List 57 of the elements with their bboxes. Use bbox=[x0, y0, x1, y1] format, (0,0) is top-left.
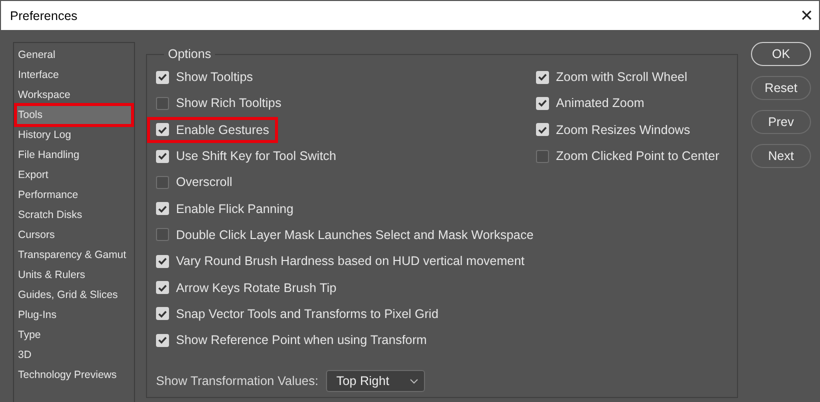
option-label: Show Tooltips bbox=[176, 70, 253, 84]
option-label: Enable Flick Panning bbox=[176, 202, 294, 216]
checkbox[interactable] bbox=[536, 123, 549, 136]
option-label: Vary Round Brush Hardness based on HUD vertical movement bbox=[176, 254, 525, 268]
option-label: Snap Vector Tools and Transforms to Pixel Grid bbox=[176, 306, 438, 321]
option-label: Enable Gestures bbox=[176, 122, 270, 137]
dialog-button[interactable]: Next bbox=[751, 144, 811, 168]
chevron-down-icon bbox=[410, 378, 418, 384]
dialog-button[interactable]: Reset bbox=[751, 76, 811, 100]
option-label: Use Shift Key for Tool Switch bbox=[176, 149, 336, 164]
checkbox[interactable] bbox=[156, 228, 169, 242]
field-label: Show Transformation Values: bbox=[156, 374, 318, 388]
checkbox[interactable] bbox=[536, 96, 549, 110]
checkbox[interactable] bbox=[156, 123, 169, 136]
checkbox[interactable] bbox=[156, 70, 169, 84]
option-label: Double Click Layer Mask Launches Select and Mask Workspace bbox=[176, 228, 534, 242]
category-item[interactable]: Performance bbox=[16, 185, 132, 205]
option-label: Arrow Keys Rotate Brush Tip bbox=[176, 280, 336, 295]
category-item[interactable]: Transparency & Gamut bbox=[16, 245, 132, 265]
dialog-button[interactable]: OK bbox=[751, 42, 811, 66]
checkbox[interactable] bbox=[156, 254, 169, 268]
close-button[interactable]: ✕ bbox=[800, 6, 813, 26]
option-label: Show Rich Tooltips bbox=[176, 96, 282, 110]
category-item[interactable]: History Log bbox=[16, 125, 132, 145]
checkbox[interactable] bbox=[156, 150, 169, 163]
category-item[interactable]: General bbox=[16, 45, 132, 65]
dropdown[interactable]: Top Right bbox=[326, 370, 426, 392]
checkbox[interactable] bbox=[156, 281, 169, 294]
checkbox[interactable] bbox=[156, 176, 169, 189]
window-title: Preferences bbox=[10, 8, 78, 22]
group-title: Options bbox=[167, 47, 212, 61]
category-item[interactable]: Tools bbox=[16, 105, 132, 125]
category-item[interactable]: Type bbox=[16, 325, 132, 345]
option-label: Show Reference Point when using Transform bbox=[176, 333, 427, 348]
checkbox[interactable] bbox=[156, 96, 169, 110]
category-item[interactable]: Export bbox=[16, 165, 132, 185]
checkbox[interactable] bbox=[536, 150, 549, 163]
category-item[interactable]: Units & Rulers bbox=[16, 265, 132, 285]
category-item[interactable]: File Handling bbox=[16, 145, 132, 165]
checkbox[interactable] bbox=[156, 334, 169, 347]
category-item[interactable]: Guides, Grid & Slices bbox=[16, 285, 132, 305]
checkbox[interactable] bbox=[156, 202, 169, 216]
category-item[interactable]: Cursors bbox=[16, 225, 132, 245]
dialog-button[interactable]: Prev bbox=[751, 110, 811, 134]
option-label: Animated Zoom bbox=[556, 96, 644, 110]
category-item[interactable]: 3D bbox=[16, 345, 132, 365]
category-item[interactable]: Scratch Disks bbox=[16, 205, 132, 225]
category-item[interactable]: Interface bbox=[16, 65, 132, 85]
category-item[interactable]: Workspace bbox=[16, 85, 132, 105]
option-label: Zoom Resizes Windows bbox=[556, 122, 690, 137]
option-label: Zoom with Scroll Wheel bbox=[556, 70, 688, 84]
option-label: Zoom Clicked Point to Center bbox=[556, 149, 720, 164]
category-item[interactable]: Technology Previews bbox=[16, 365, 132, 385]
checkbox[interactable] bbox=[156, 307, 169, 320]
category-item[interactable]: Plug-Ins bbox=[16, 305, 132, 325]
checkbox[interactable] bbox=[536, 70, 549, 84]
option-label: Overscroll bbox=[176, 175, 232, 190]
